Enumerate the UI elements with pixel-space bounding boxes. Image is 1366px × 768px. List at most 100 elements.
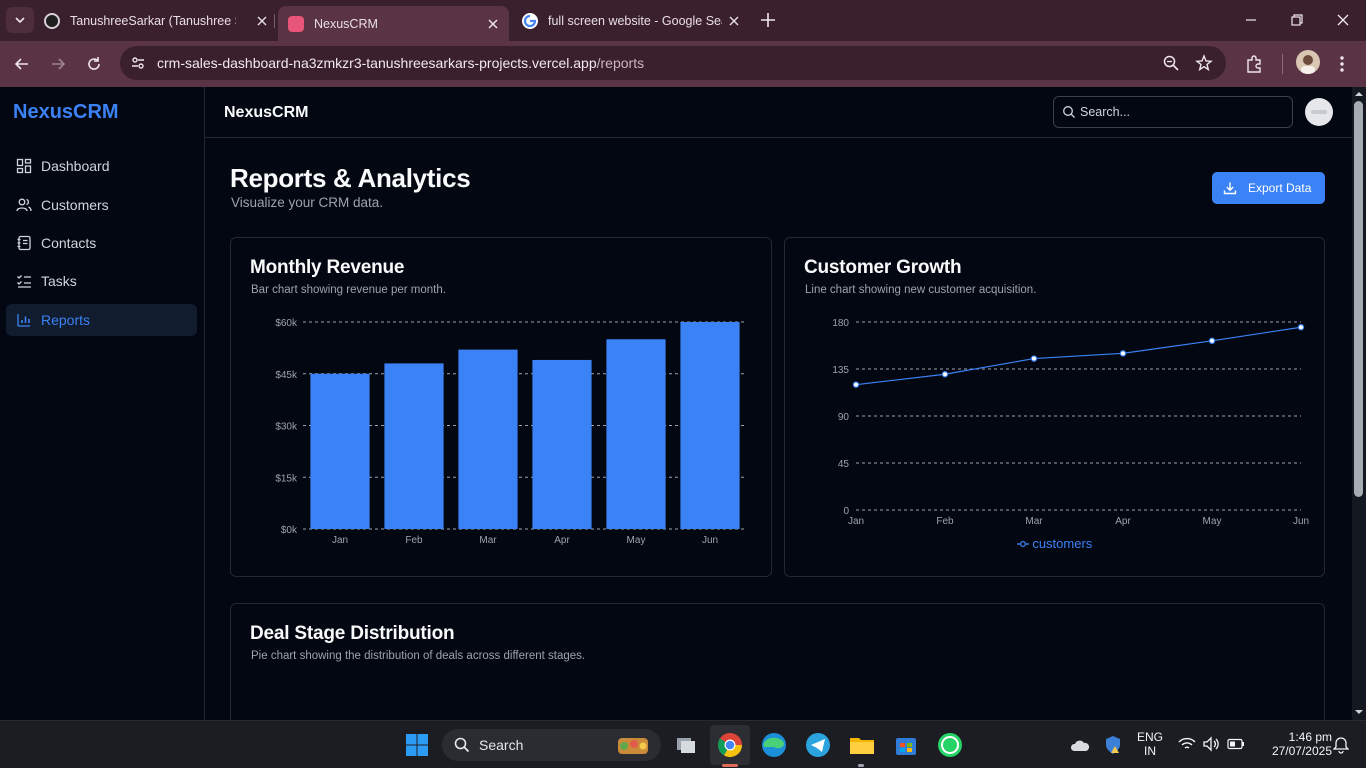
x-tick-label: Apr <box>1115 516 1131 527</box>
sidebar-item-label: Reports <box>41 312 91 328</box>
top-header: NexusCRM <box>205 87 1352 138</box>
kebab-menu-icon[interactable] <box>1331 53 1353 75</box>
bar <box>606 339 666 529</box>
y-tick-label: 180 <box>832 318 849 329</box>
clock-time: 1:46 pm <box>1288 730 1332 744</box>
edge-icon[interactable] <box>758 729 790 761</box>
tab-google[interactable]: full screen website - Google Sea <box>522 6 742 35</box>
sidebar-item-label: Contacts <box>41 235 97 251</box>
bookmark-star-icon[interactable] <box>1195 54 1213 72</box>
y-tick-label: $15k <box>275 473 298 484</box>
wifi-icon[interactable] <box>1178 736 1196 752</box>
y-tick-label: $30k <box>275 422 298 433</box>
toolbar-divider <box>1282 54 1283 74</box>
sidebar-item-tasks[interactable]: Tasks <box>6 265 197 297</box>
scrollbar-thumb[interactable] <box>1354 101 1363 497</box>
url-path: /reports <box>596 55 645 71</box>
user-avatar[interactable] <box>1305 98 1333 126</box>
whatsapp-icon[interactable] <box>934 729 966 761</box>
sidebar-item-label: Dashboard <box>41 158 110 174</box>
scroll-down-arrow-icon[interactable] <box>1355 708 1363 716</box>
url-text: crm-sales-dashboard-na3zmkzr3-tanushrees… <box>157 55 644 71</box>
windows-start-icon[interactable] <box>401 729 433 761</box>
contacts-book-icon <box>17 235 31 251</box>
language-indicator[interactable]: ENG IN <box>1134 730 1166 758</box>
microsoft-store-icon[interactable] <box>890 729 922 761</box>
x-tick-label: Mar <box>1025 516 1043 527</box>
task-list-icon <box>17 275 31 288</box>
url-host: crm-sales-dashboard-na3zmkzr3-tanushrees… <box>157 55 597 71</box>
address-bar[interactable]: crm-sales-dashboard-na3zmkzr3-tanushrees… <box>120 46 1226 80</box>
minimize-icon[interactable] <box>1243 12 1259 28</box>
page-scrollbar[interactable] <box>1352 87 1366 720</box>
y-tick-label: 45 <box>838 459 850 470</box>
forward-arrow-icon[interactable] <box>48 54 68 74</box>
tab-search-button[interactable] <box>6 7 34 33</box>
volume-icon[interactable] <box>1202 736 1220 752</box>
chart-legend[interactable]: customers <box>785 536 1324 551</box>
region-code: IN <box>1144 744 1156 758</box>
sidebar-item-contacts[interactable]: Contacts <box>6 227 197 259</box>
brand-logo-text[interactable]: NexusCRM <box>13 101 119 124</box>
battery-icon[interactable] <box>1227 738 1245 750</box>
x-tick-label: Jun <box>1293 516 1309 527</box>
close-icon[interactable] <box>254 13 270 29</box>
sidebar-item-customers[interactable]: Customers <box>6 189 197 221</box>
sidebar-item-label: Tasks <box>41 273 77 289</box>
search-icon <box>454 737 470 753</box>
search-input[interactable] <box>1080 97 1288 127</box>
chevron-down-icon <box>15 17 25 24</box>
tab-title: NexusCRM <box>314 16 378 31</box>
browser-tab-strip: TanushreeSarkar (Tanushree Sar NexusCRM … <box>0 0 1366 41</box>
taskbar-search[interactable]: Search <box>442 729 661 761</box>
clock[interactable]: 1:46 pm 27/07/2025 <box>1254 730 1332 758</box>
deal-stage-card: Deal Stage Distribution Pie chart showin… <box>230 603 1325 720</box>
windows-taskbar: Search ENG IN 1:46 pm 27/07/2025 <box>0 720 1366 768</box>
data-point <box>941 371 949 378</box>
close-icon[interactable] <box>485 16 501 32</box>
running-app-indicator <box>858 764 864 767</box>
dashboard-icon <box>16 158 32 174</box>
zoom-icon[interactable] <box>1162 54 1180 72</box>
chrome-icon[interactable] <box>714 729 746 761</box>
data-point <box>1119 350 1127 357</box>
x-tick-label: Mar <box>479 535 497 546</box>
notification-bell-icon[interactable] <box>1333 736 1349 754</box>
y-tick-label: $60k <box>275 318 298 329</box>
extensions-puzzle-icon[interactable] <box>1243 53 1265 75</box>
browser-toolbar: crm-sales-dashboard-na3zmkzr3-tanushrees… <box>0 41 1366 87</box>
tab-separator <box>274 14 275 28</box>
app-root: NexusCRM Dashboard Customers Contacts Ta… <box>0 87 1352 720</box>
sidebar-item-dashboard[interactable]: Dashboard <box>6 150 197 182</box>
site-settings-icon[interactable] <box>128 53 148 73</box>
browser-profile-avatar[interactable] <box>1296 50 1320 74</box>
defender-warning-icon[interactable] <box>1104 735 1122 755</box>
y-tick-label: 90 <box>838 412 850 423</box>
data-point <box>852 381 860 388</box>
back-arrow-icon[interactable] <box>12 54 32 74</box>
card-description: Pie chart showing the distribution of de… <box>251 650 586 662</box>
tab-github[interactable]: TanushreeSarkar (Tanushree Sar <box>44 6 270 35</box>
data-point <box>1208 337 1216 345</box>
telegram-icon[interactable] <box>802 729 834 761</box>
x-tick-label: Feb <box>405 535 423 546</box>
restore-icon[interactable] <box>1289 12 1305 28</box>
x-tick-label: May <box>1203 516 1222 527</box>
task-view-icon[interactable] <box>670 729 702 761</box>
file-explorer-icon[interactable] <box>846 729 878 761</box>
tab-nexuscrm[interactable]: NexusCRM <box>278 6 509 41</box>
reload-icon[interactable] <box>84 54 104 74</box>
onedrive-cloud-icon[interactable] <box>1070 739 1090 753</box>
sidebar-item-reports[interactable]: Reports <box>6 304 197 336</box>
search-box <box>1053 96 1293 128</box>
window-close-icon[interactable] <box>1335 12 1351 28</box>
export-data-label: Export Data <box>1248 181 1312 195</box>
scroll-up-arrow-icon[interactable] <box>1355 90 1363 98</box>
new-tab-plus-icon[interactable] <box>758 10 778 30</box>
page-title: Reports & Analytics <box>230 163 471 193</box>
close-icon[interactable] <box>726 13 742 29</box>
users-icon <box>16 198 32 212</box>
export-data-button[interactable]: Export Data <box>1212 172 1325 204</box>
y-tick-label: $0k <box>281 525 298 536</box>
y-tick-label: 135 <box>832 365 849 376</box>
